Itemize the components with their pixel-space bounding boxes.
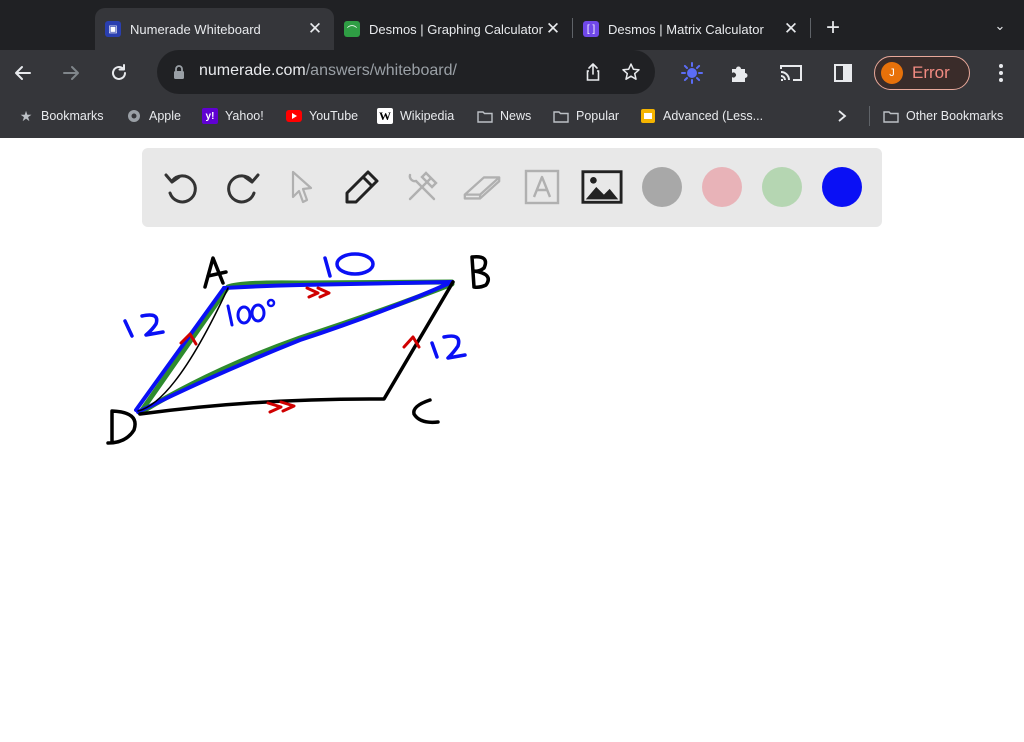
folder-icon (477, 108, 493, 124)
tab-numerade-whiteboard[interactable]: ▣ Numerade Whiteboard ✕ (95, 8, 334, 50)
cast-icon (780, 65, 802, 81)
bookmark-label: YouTube (309, 109, 359, 123)
bookmark-youtube[interactable]: YouTube (286, 105, 358, 127)
close-icon[interactable]: ✕ (782, 19, 800, 38)
numerade-icon: ▣ (105, 21, 121, 37)
avatar: J (881, 62, 903, 84)
bookmark-folder-other[interactable]: Other Bookmarks (883, 105, 1003, 127)
address-bar[interactable]: numerade.com/answers/whiteboard/ (157, 50, 655, 94)
profile-status: Error (912, 63, 950, 82)
bookmark-folder-news[interactable]: News (477, 105, 531, 127)
parallelogram-drawing (134, 279, 455, 416)
bookmark-yahoo[interactable]: y! Yahoo! (202, 105, 264, 127)
bookmark-label: Popular (576, 109, 620, 123)
bookmark-apple[interactable]: Apple (126, 105, 181, 127)
cast-button[interactable] (776, 58, 806, 88)
desmos-matrix-icon: [ ] (583, 21, 599, 37)
label-a-handwritten (203, 256, 228, 289)
chevron-right-icon (834, 108, 850, 124)
reload-button[interactable] (104, 58, 134, 88)
whiteboard-canvas[interactable] (0, 138, 1024, 742)
reload-icon (112, 64, 126, 80)
folder-icon (883, 108, 899, 124)
wikipedia-icon: W (377, 108, 393, 124)
close-icon[interactable]: ✕ (544, 19, 562, 38)
folder-icon (553, 108, 569, 124)
desmos-graphing-icon: ⌒ (344, 21, 360, 37)
bookmark-label: Bookmarks (41, 109, 104, 123)
label-d-handwritten (106, 409, 137, 445)
star-icon: ★ (19, 107, 33, 124)
bookmark-star-icon[interactable] (621, 62, 641, 82)
url-path: /answers/whiteboard/ (305, 62, 457, 79)
label-b-handwritten (470, 254, 490, 289)
tab-title: Numerade Whiteboard (130, 21, 261, 37)
sun-extension-icon (681, 62, 703, 84)
extensions-button[interactable] (725, 58, 755, 88)
label-12-left-handwritten (123, 319, 134, 338)
back-button[interactable] (8, 58, 38, 88)
side-panel-icon (834, 64, 852, 82)
tab-title: Desmos | Matrix Calculator (608, 21, 764, 37)
apple-icon (126, 108, 142, 124)
bookmark-label: Advanced (Less... (663, 109, 764, 123)
yahoo-icon: y! (202, 108, 218, 124)
bookmark-bookmarks[interactable]: ★ Bookmarks (18, 105, 104, 127)
kebab-menu-icon (999, 64, 1003, 82)
slides-icon (640, 108, 656, 124)
label-angle-handwritten (226, 304, 234, 327)
forward-arrow-icon (63, 66, 79, 80)
bookmarks-overflow-chevron[interactable] (834, 105, 857, 127)
bookmark-advanced[interactable]: Advanced (Less... (640, 105, 763, 127)
menu-button[interactable] (986, 58, 1016, 88)
tab-separator (810, 18, 811, 38)
extension-sun-button[interactable] (677, 58, 707, 88)
tab-desmos-matrix[interactable]: [ ] Desmos | Matrix Calculator ✕ (573, 8, 810, 50)
bookmark-label: Apple (149, 109, 181, 123)
forward-button[interactable] (56, 58, 86, 88)
youtube-icon (286, 108, 302, 124)
bookmark-label: Yahoo! (225, 109, 264, 123)
url-text[interactable]: numerade.com/answers/whiteboard/ (199, 62, 457, 80)
bookmark-label: News (500, 109, 532, 123)
label-12-right-handwritten (430, 341, 439, 359)
tab-strip: ▣ Numerade Whiteboard ✕ ⌒ Desmos | Graph… (0, 0, 1024, 50)
new-tab-button[interactable]: + (821, 16, 845, 40)
bookmark-wikipedia[interactable]: W Wikipedia (377, 105, 454, 127)
close-icon[interactable]: ✕ (306, 19, 324, 38)
share-icon[interactable] (583, 62, 603, 82)
tab-title: Desmos | Graphing Calculator (369, 21, 543, 37)
browser-chrome: ▣ Numerade Whiteboard ✕ ⌒ Desmos | Graph… (0, 0, 1024, 138)
bookmark-label: Wikipedia (400, 109, 455, 123)
label-10-handwritten (323, 256, 332, 278)
profile-button[interactable]: J Error (874, 56, 970, 90)
url-domain: numerade.com (199, 62, 306, 79)
tab-search-icon[interactable]: ⌄ (990, 18, 1010, 38)
lock-icon[interactable] (173, 64, 185, 80)
bookmark-folder-popular[interactable]: Popular (553, 105, 619, 127)
bookmarks-separator (869, 106, 870, 126)
label-c-handwritten (412, 398, 440, 425)
tab-desmos-graphing[interactable]: ⌒ Desmos | Graphing Calculator ✕ (334, 8, 572, 50)
side-panel-button[interactable] (828, 58, 858, 88)
bookmark-label: Other Bookmarks (906, 109, 1004, 123)
back-arrow-icon (15, 66, 31, 80)
puzzle-icon (732, 66, 748, 82)
